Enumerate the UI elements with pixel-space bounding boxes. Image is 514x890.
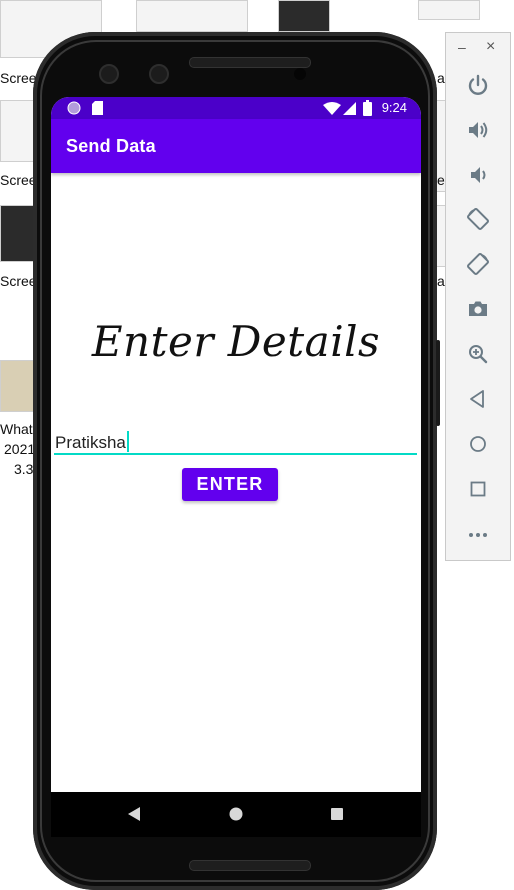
name-input[interactable]: Pratiksha [54, 427, 417, 455]
sd-card-icon [92, 101, 103, 115]
rotate-right-icon[interactable] [466, 252, 490, 276]
desktop-thumbnail[interactable] [0, 100, 36, 162]
desktop-file-label: a [437, 70, 445, 86]
notification-dot-icon [67, 101, 81, 115]
page-heading: Enter Details [91, 317, 381, 366]
power-icon[interactable] [466, 74, 490, 98]
desktop-file-label: Scree [0, 70, 37, 86]
close-button[interactable]: × [486, 38, 495, 56]
back-icon[interactable] [466, 387, 490, 411]
volume-up-icon[interactable] [466, 118, 490, 142]
desktop-thumbnail[interactable] [0, 205, 36, 262]
app-title: Send Data [66, 136, 156, 156]
desktop-thumbnail[interactable] [278, 0, 330, 32]
app-bar: Send Data [51, 119, 421, 173]
front-camera-icon [99, 64, 119, 84]
enter-button[interactable]: ENTER [182, 468, 278, 501]
desktop-file-label: 3.3 [14, 461, 34, 477]
status-bar: 9:24 [51, 97, 421, 119]
camera-icon[interactable] [466, 297, 490, 321]
nav-home-icon[interactable] [229, 807, 243, 821]
nav-back-icon[interactable] [128, 807, 140, 821]
battery-icon [363, 100, 372, 116]
desktop-thumbnail[interactable] [136, 0, 248, 32]
wifi-icon [323, 102, 341, 115]
zoom-icon[interactable] [466, 342, 490, 366]
signal-icon [343, 102, 356, 115]
home-icon[interactable] [466, 432, 490, 456]
navigation-bar [51, 792, 421, 837]
name-input-value[interactable]: Pratiksha [55, 431, 129, 453]
nav-recents-icon[interactable] [331, 808, 343, 820]
desktop-file-label: a [437, 273, 445, 289]
device-screen: 9:24 Send Data Enter Details Pratiksha E… [51, 97, 421, 837]
bottom-speaker [189, 860, 311, 871]
top-speaker [189, 57, 311, 68]
volume-rocker[interactable] [436, 340, 440, 426]
desktop-file-label: Scree [0, 273, 37, 289]
emulator-toolbar: – × [445, 32, 511, 561]
desktop-file-label: e [437, 172, 445, 188]
rotate-left-icon[interactable] [466, 207, 490, 231]
input-underline [54, 453, 417, 455]
more-icon[interactable] [466, 523, 490, 547]
minimize-button[interactable]: – [458, 39, 466, 55]
front-camera-icon [149, 64, 169, 84]
volume-down-icon[interactable] [466, 163, 490, 187]
status-time: 9:24 [381, 100, 407, 115]
desktop-file-label: Scree [0, 172, 37, 188]
desktop-thumbnail[interactable] [418, 0, 480, 20]
proximity-sensor-icon [294, 68, 306, 80]
overview-icon[interactable] [466, 477, 490, 501]
text-cursor [126, 431, 129, 452]
desktop-file-label: 2021 [4, 441, 36, 457]
desktop-thumbnail[interactable] [0, 360, 36, 412]
